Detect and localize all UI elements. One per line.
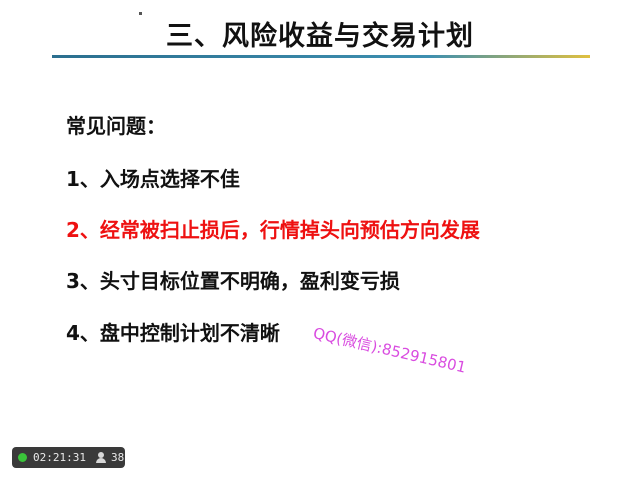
- content-heading: 常见问题：: [66, 114, 166, 138]
- recording-status-bar[interactable]: 02:21:31 38: [12, 447, 125, 468]
- slide-title: 三、风险收益与交易计划: [166, 21, 474, 52]
- list-item-3: 3、头寸目标位置不明确，盈利变亏损: [66, 269, 400, 293]
- user-icon: [95, 451, 107, 464]
- list-item-2: 2、经常被扫止损后，行情掉头向预估方向发展: [66, 218, 480, 242]
- title-divider: [52, 55, 590, 58]
- green-dot-icon: [18, 453, 27, 462]
- contact-watermark: QQ(微信):852915801: [311, 323, 468, 377]
- recording-timer: 02:21:31: [33, 451, 86, 464]
- list-item-4: 4、盘中控制计划不清晰: [66, 321, 280, 345]
- list-item-1: 1、入场点选择不佳: [66, 167, 240, 191]
- viewer-count: 38: [110, 451, 125, 464]
- presentation-slide: 三、风险收益与交易计划 常见问题： 1、入场点选择不佳 2、经常被扫止损后，行情…: [0, 0, 640, 480]
